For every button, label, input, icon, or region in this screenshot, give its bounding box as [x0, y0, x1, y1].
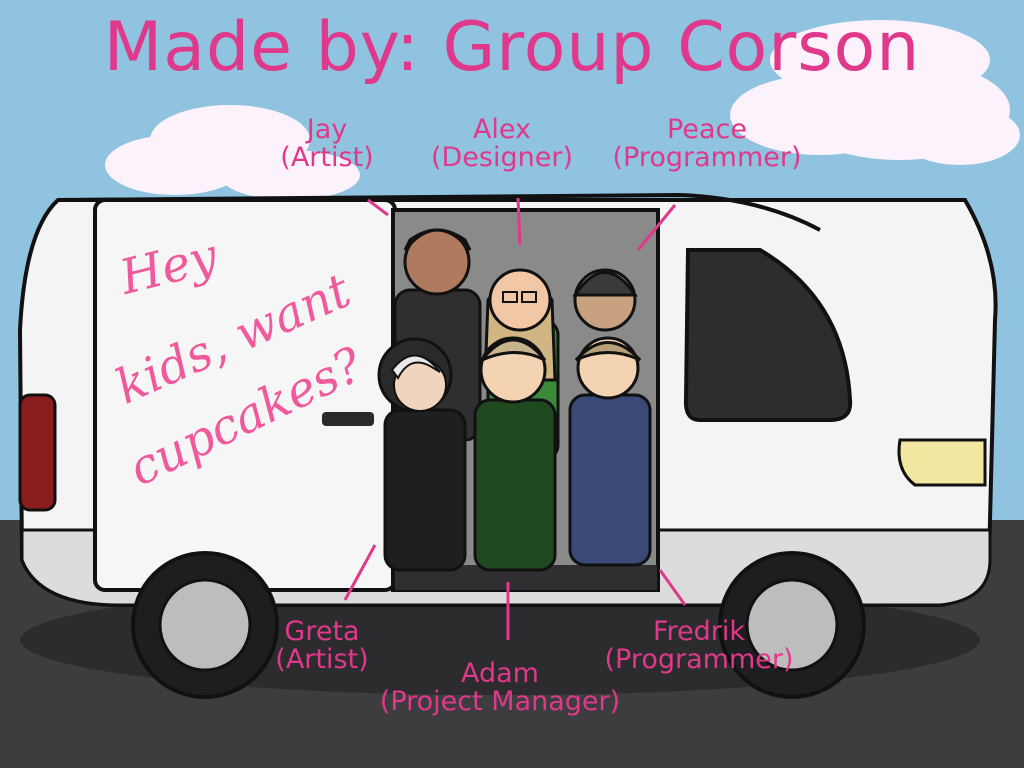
credit-name: Peace [667, 114, 747, 145]
credits-title: Made by: Group Corson [103, 8, 921, 87]
credit-name: Alex [472, 114, 532, 145]
credit-role: (Programmer) [604, 644, 794, 676]
credit-name: Fredrik [652, 616, 746, 647]
credit-role: (Programmer) [612, 142, 802, 174]
character-adam [473, 336, 557, 572]
character-peace [572, 268, 638, 332]
credit-fredrik: Fredrik (Programmer) [586, 616, 812, 676]
credit-alex: Alex (Designer) [412, 114, 592, 174]
credit-name: Greta [284, 616, 360, 647]
credit-role: (Designer) [430, 142, 573, 174]
credit-jay: Jay (Artist) [262, 114, 392, 174]
slogan-line-1: Hey [114, 228, 223, 306]
credit-peace: Peace (Programmer) [596, 114, 818, 174]
tail-light [18, 393, 57, 512]
headlight [897, 438, 987, 487]
credit-role: (Artist) [280, 142, 374, 174]
van-slogan: Hey kids, want cupcakes? [107, 228, 398, 497]
credits-screen: Made by: Group Corson Hey kids, want cup… [0, 0, 1024, 768]
rear-wheel [131, 551, 279, 699]
character-fredrik [568, 336, 652, 567]
credit-name: Jay [306, 114, 348, 145]
credit-role: (Project Manager) [379, 686, 621, 718]
